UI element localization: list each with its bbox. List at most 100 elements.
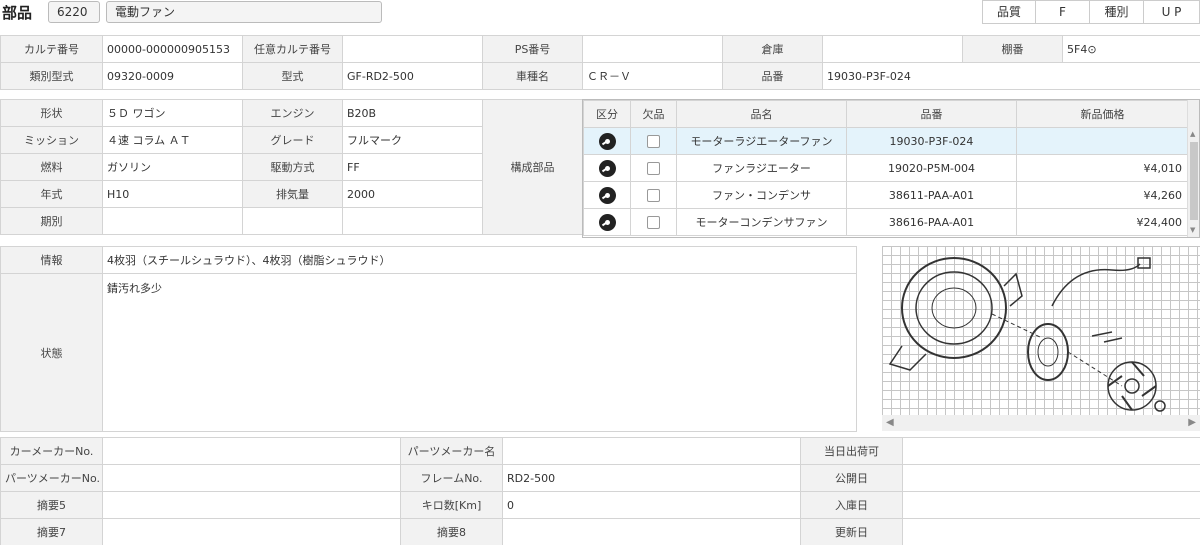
scroll-right-icon[interactable]: ▶ [1188, 417, 1196, 428]
scroll-down-icon[interactable]: ▼ [1190, 226, 1195, 234]
class-model-label: 類別型式 [0, 62, 103, 90]
component-price: ¥4,260 [1016, 181, 1189, 209]
image-scrollbar[interactable]: ◀ ▶ [882, 415, 1200, 431]
empty-cell [242, 207, 343, 235]
info-table: 情報 4枚羽（スチールシュラウド）、4枚羽（樹脂シュラウド） 状態 錆汚れ多少 [0, 246, 857, 432]
warehouse-value [822, 35, 963, 63]
grade-label: グレード [242, 126, 343, 154]
ps-value [582, 35, 723, 63]
part-number-value: 19030-P3F-024 [822, 62, 1200, 90]
karte-table: カルテ番号 00000-000000905153 任意カルテ番号 PS番号 倉庫… [0, 35, 1200, 90]
fuel-value: ガソリン [102, 153, 243, 181]
mission-label: ミッション [0, 126, 103, 154]
optional-karte-value [342, 35, 483, 63]
displacement-value: 2000 [342, 180, 483, 208]
disc-icon[interactable] [598, 159, 616, 177]
empty-cell [342, 207, 483, 235]
components-scrollbar[interactable]: ▲ ▼ [1187, 100, 1199, 237]
components-table: 区分 欠品 品名 品番 新品価格 モーターラジエーターファン 19030-P3F… [583, 100, 1189, 236]
component-name: ファンラジエーター [676, 154, 847, 182]
summary8-label: 摘要8 [400, 518, 503, 545]
period-value [102, 207, 243, 235]
component-part-no: 19020-P5M-004 [846, 154, 1017, 182]
mission-value: ４速 コラム ＡＴ [102, 126, 243, 154]
summary5-value [102, 491, 401, 519]
table-row[interactable]: モーターコンデンサファン 38616-PAA-A01 ¥24,400 [583, 208, 1189, 236]
summary7-label: 摘要7 [0, 518, 103, 545]
frame-no-label: フレームNo. [400, 464, 503, 492]
table-row[interactable]: ファンラジエーター 19020-P5M-004 ¥4,010 [583, 154, 1189, 182]
spec-table: 形状 ５Ｄ ワゴン エンジン B20B 構成部品 ミッション ４速 コラム ＡＴ… [0, 99, 583, 235]
same-day-shipping-value [902, 437, 1200, 465]
components-list[interactable]: 区分 欠品 品名 品番 新品価格 モーターラジエーターファン 19030-P3F… [582, 99, 1200, 238]
parts-maker-name-value [502, 437, 801, 465]
grade-value: フルマーク [342, 126, 483, 154]
component-price: ¥4,010 [1016, 154, 1189, 182]
ps-label: PS番号 [482, 35, 583, 63]
scroll-left-icon[interactable]: ◀ [886, 417, 894, 428]
component-price: ¥24,400 [1016, 208, 1189, 236]
component-name: モーターコンデンサファン [676, 208, 847, 236]
col-name: 品名 [676, 100, 847, 128]
scroll-thumb[interactable] [1190, 142, 1198, 220]
disc-icon[interactable] [598, 186, 616, 204]
condition-value: 錆汚れ多少 [102, 273, 857, 432]
part-number-label: 品番 [722, 62, 823, 90]
missing-checkbox[interactable] [647, 134, 660, 148]
model-label: 型式 [242, 62, 343, 90]
warehouse-label: 倉庫 [722, 35, 823, 63]
year-value: H10 [102, 180, 243, 208]
optional-karte-label: 任意カルテ番号 [242, 35, 343, 63]
component-part-no: 38611-PAA-A01 [846, 181, 1017, 209]
table-row[interactable]: ファン・コンデンサ 38611-PAA-A01 ¥4,260 [583, 181, 1189, 209]
summary5-label: 摘要5 [0, 491, 103, 519]
components-label: 構成部品 [482, 99, 583, 235]
part-name-field[interactable]: 電動ファン [106, 1, 382, 23]
col-part-no: 品番 [846, 100, 1017, 128]
condition-label: 状態 [0, 273, 103, 432]
engine-label: エンジン [242, 99, 343, 127]
mileage-value: 0 [502, 491, 801, 519]
missing-checkbox[interactable] [647, 188, 660, 202]
shelf-value: 5F4⊙ [1062, 35, 1200, 63]
fan-diagram-icon [888, 257, 1166, 412]
shape-value: ５Ｄ ワゴン [102, 99, 243, 127]
type-value: U P [1143, 0, 1200, 24]
col-price: 新品価格 [1016, 100, 1189, 128]
summary7-value [102, 518, 401, 545]
shelf-label: 棚番 [962, 35, 1063, 63]
mileage-label: キロ数[Km] [400, 491, 503, 519]
drive-value: FF [342, 153, 483, 181]
missing-checkbox[interactable] [647, 215, 660, 229]
part-code-field[interactable]: 6220 [48, 1, 100, 23]
car-maker-no-label: カーメーカーNo. [0, 437, 103, 465]
update-date-label: 更新日 [800, 518, 903, 545]
component-name: モーターラジエーターファン [676, 127, 847, 155]
table-row[interactable]: モーターラジエーターファン 19030-P3F-024 [583, 127, 1189, 155]
fuel-label: 燃料 [0, 153, 103, 181]
car-name-value: ＣＲ－Ｖ [582, 62, 723, 90]
quality-label: 品質 [982, 0, 1036, 24]
same-day-shipping-label: 当日出荷可 [800, 437, 903, 465]
summary8-value [502, 518, 801, 545]
frame-no-value: RD2-500 [502, 464, 801, 492]
shape-label: 形状 [0, 99, 103, 127]
missing-checkbox[interactable] [647, 161, 660, 175]
disc-icon[interactable] [598, 132, 616, 150]
parts-maker-no-value [102, 464, 401, 492]
displacement-label: 排気量 [242, 180, 343, 208]
type-label: 種別 [1089, 0, 1144, 24]
stock-date-value [902, 491, 1200, 519]
model-value: GF-RD2-500 [342, 62, 483, 90]
scroll-up-icon[interactable]: ▲ [1190, 130, 1195, 138]
engine-value: B20B [342, 99, 483, 127]
karte-value: 00000-000000905153 [102, 35, 243, 63]
component-part-no: 38616-PAA-A01 [846, 208, 1017, 236]
quality-value: F [1035, 0, 1090, 24]
page-title: 部品 [2, 4, 33, 22]
col-kubun: 区分 [583, 100, 631, 128]
disc-icon[interactable] [598, 213, 616, 231]
col-kepin: 欠品 [630, 100, 677, 128]
year-label: 年式 [0, 180, 103, 208]
component-part-no: 19030-P3F-024 [846, 127, 1017, 155]
